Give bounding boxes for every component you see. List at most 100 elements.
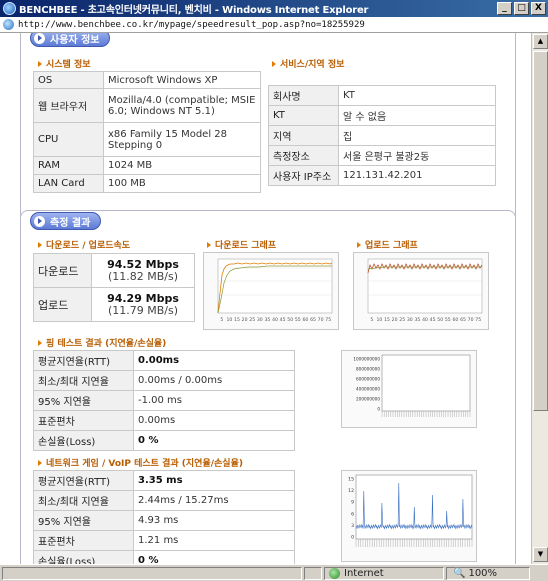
graph-x-tick: 30 — [407, 317, 413, 323]
table-row: 손실율(Loss) 0 % — [33, 430, 295, 451]
table-row: 측정장소 서울 은평구 불광2동 — [268, 145, 496, 166]
triangle-bullet-icon — [357, 241, 361, 248]
table-row: 다운로드 94.52 Mbps (11.82 MB/s) — [33, 253, 195, 288]
graph-x-tick: 45 — [430, 317, 436, 323]
game-voip-table: 평균지연율(RTT) 3.35 ms 최소/최대 지연율 2.44ms / 15… — [33, 470, 295, 564]
ie-icon — [3, 2, 16, 15]
download-speed-mbs: (11.82 MB/s) — [107, 269, 179, 283]
system-info-label: 시스템 정보 — [38, 57, 91, 70]
table-row: 손실율(Loss) 0 % — [33, 550, 295, 564]
graph-x-tick: 70 — [318, 317, 324, 323]
service-info-table: 회사명 KT KT 알 수 없음 지역 집 측정장소 서울 은평구 불광2동 사… — [268, 85, 496, 186]
table-row: RAM 1024 MB — [33, 156, 261, 175]
window-title: BENCHBEE - 초고속인터넷커뮤니티, 벤치비 - Windows Int… — [19, 5, 369, 16]
graph-x-tick: 60 — [302, 317, 308, 323]
graph-x-tick: 45 — [280, 317, 286, 323]
table-row: LAN Card 100 MB — [33, 174, 261, 193]
download-speed: 94.52 Mbps — [107, 257, 179, 271]
address-bar[interactable]: http://www.benchbee.co.kr/mypage/speedre… — [0, 17, 548, 33]
graph-y-tick: 1000000000 — [353, 357, 380, 362]
results-heading: 측정 결과 — [30, 212, 102, 230]
ping-label: 핑 테스트 결과 (지연율/손실율) — [38, 336, 166, 349]
speed-table: 다운로드 94.52 Mbps (11.82 MB/s) 업로드 94.29 M… — [33, 253, 195, 322]
graph-x-tick: 75 — [325, 317, 331, 323]
graph-x-tick: 75 — [475, 317, 481, 323]
triangle-bullet-icon — [207, 241, 211, 248]
download-graph-label: 다운로드 그래프 — [207, 238, 276, 251]
close-button[interactable]: X — [531, 2, 546, 15]
status-segment — [304, 566, 322, 580]
table-row: 웹 브라우저 Mozilla/4.0 (compatible; MSIE 6.0… — [33, 88, 261, 123]
game-voip-label: 네트워크 게임 / VoIP 테스트 결과 (지연율/손실율) — [38, 456, 243, 469]
graph-x-tick: 65 — [310, 317, 316, 323]
service-info-label: 서비스/지역 정보 — [272, 57, 344, 70]
graph-x-tick: 70 — [468, 317, 474, 323]
table-row: 표준편차 0.00ms — [33, 410, 295, 431]
table-row: 업로드 94.29 Mbps (11.79 MB/s) — [33, 287, 195, 322]
triangle-bullet-icon — [38, 459, 42, 466]
user-info-heading: 사용자 정보 — [30, 33, 111, 47]
window-controls: _ □ X — [497, 2, 546, 15]
graph-x-tick: 5 — [370, 317, 373, 323]
scroll-up-arrow-icon[interactable]: ▲ — [533, 34, 548, 49]
game-voip-graph: 15 12 9 6 3 0 — [341, 470, 477, 562]
graph-y-tick: 0 — [351, 535, 354, 541]
graph-y-tick: 200000000 — [356, 397, 380, 402]
graph-x-tick: 50 — [437, 317, 443, 323]
graph-y-tick: 9 — [351, 500, 354, 506]
url-text[interactable]: http://www.benchbee.co.kr/mypage/speedre… — [18, 20, 365, 30]
scroll-thumb[interactable] — [533, 51, 548, 411]
table-row: 회사명 KT — [268, 85, 496, 106]
graph-x-tick: 60 — [452, 317, 458, 323]
speed-label: 다운로드 / 업로드속도 — [38, 238, 130, 251]
graph-y-tick: 0 — [377, 407, 380, 412]
table-row: OS Microsoft Windows XP — [33, 71, 261, 89]
graph-x-tick: 40 — [272, 317, 278, 323]
upload-graph: 5 10 15 20 25 30 35 40 45 50 55 60 65 70 75 — [353, 252, 489, 330]
arrow-bullet-icon — [34, 215, 45, 227]
table-row: 지역 집 — [268, 125, 496, 146]
ping-table: 평균지연율(RTT) 0.00ms 최소/최대 지연율 0.00ms / 0.0… — [33, 350, 295, 451]
table-row: 95% 지연율 -1.00 ms — [33, 390, 295, 411]
table-row: CPU x86 Family 15 Model 28 Stepping 0 — [33, 122, 261, 157]
upload-speed-mbs: (11.79 MB/s) — [107, 303, 179, 317]
triangle-bullet-icon — [38, 241, 42, 248]
triangle-bullet-icon — [272, 60, 276, 67]
status-bar: Internet 🔍 100% — [0, 564, 548, 581]
table-row: 최소/최대 지연율 2.44ms / 15.27ms — [33, 490, 295, 511]
table-row: KT 알 수 없음 — [268, 105, 496, 126]
arrow-bullet-icon — [34, 33, 45, 44]
graph-x-tick: 35 — [414, 317, 420, 323]
graph-x-tick: 10 — [226, 317, 232, 323]
graph-y-tick: 600000000 — [356, 377, 380, 382]
graph-y-tick: 3 — [351, 523, 354, 529]
table-row: 사용자 IP주소 121.131.42.201 — [268, 165, 496, 186]
system-info-table: OS Microsoft Windows XP 웹 브라우저 Mozilla/4… — [33, 71, 261, 193]
graph-x-tick: 20 — [392, 317, 398, 323]
status-text-area — [2, 566, 302, 580]
graph-y-tick: 12 — [348, 488, 354, 494]
table-row: 평균지연율(RTT) 3.35 ms — [33, 470, 295, 491]
window-titlebar: BENCHBEE - 초고속인터넷커뮤니티, 벤치비 - Windows Int… — [0, 0, 548, 17]
graph-y-tick: 400000000 — [356, 387, 380, 392]
ping-graph: 1000000000 800000000 600000000 400000000 200… — [341, 350, 477, 428]
maximize-button[interactable]: □ — [514, 2, 529, 15]
scroll-down-arrow-icon[interactable]: ▼ — [533, 547, 548, 562]
graph-x-tick: 5 — [220, 317, 223, 323]
triangle-bullet-icon — [38, 60, 42, 67]
minimize-button[interactable]: _ — [497, 2, 512, 15]
upload-speed: 94.29 Mbps — [107, 291, 179, 305]
vertical-scrollbar[interactable]: ▲ ▼ — [531, 33, 548, 564]
table-row: 평균지연율(RTT) 0.00ms — [33, 350, 295, 371]
graph-x-tick: 20 — [242, 317, 248, 323]
globe-icon — [329, 567, 340, 579]
graph-x-tick: 25 — [249, 317, 255, 323]
graph-x-tick: 10 — [376, 317, 382, 323]
graph-y-tick: 800000000 — [356, 367, 380, 372]
graph-x-tick: 65 — [460, 317, 466, 323]
zoom-level[interactable]: 🔍 100% — [446, 566, 530, 580]
page-viewport: 사용자 정보 시스템 정보 OS Microsoft Windows XP 웹 … — [0, 33, 531, 564]
graph-y-tick: 6 — [351, 511, 354, 517]
page-icon — [3, 19, 14, 30]
download-graph: 5 10 15 20 25 30 35 40 45 50 55 60 65 70 75 — [203, 252, 339, 330]
